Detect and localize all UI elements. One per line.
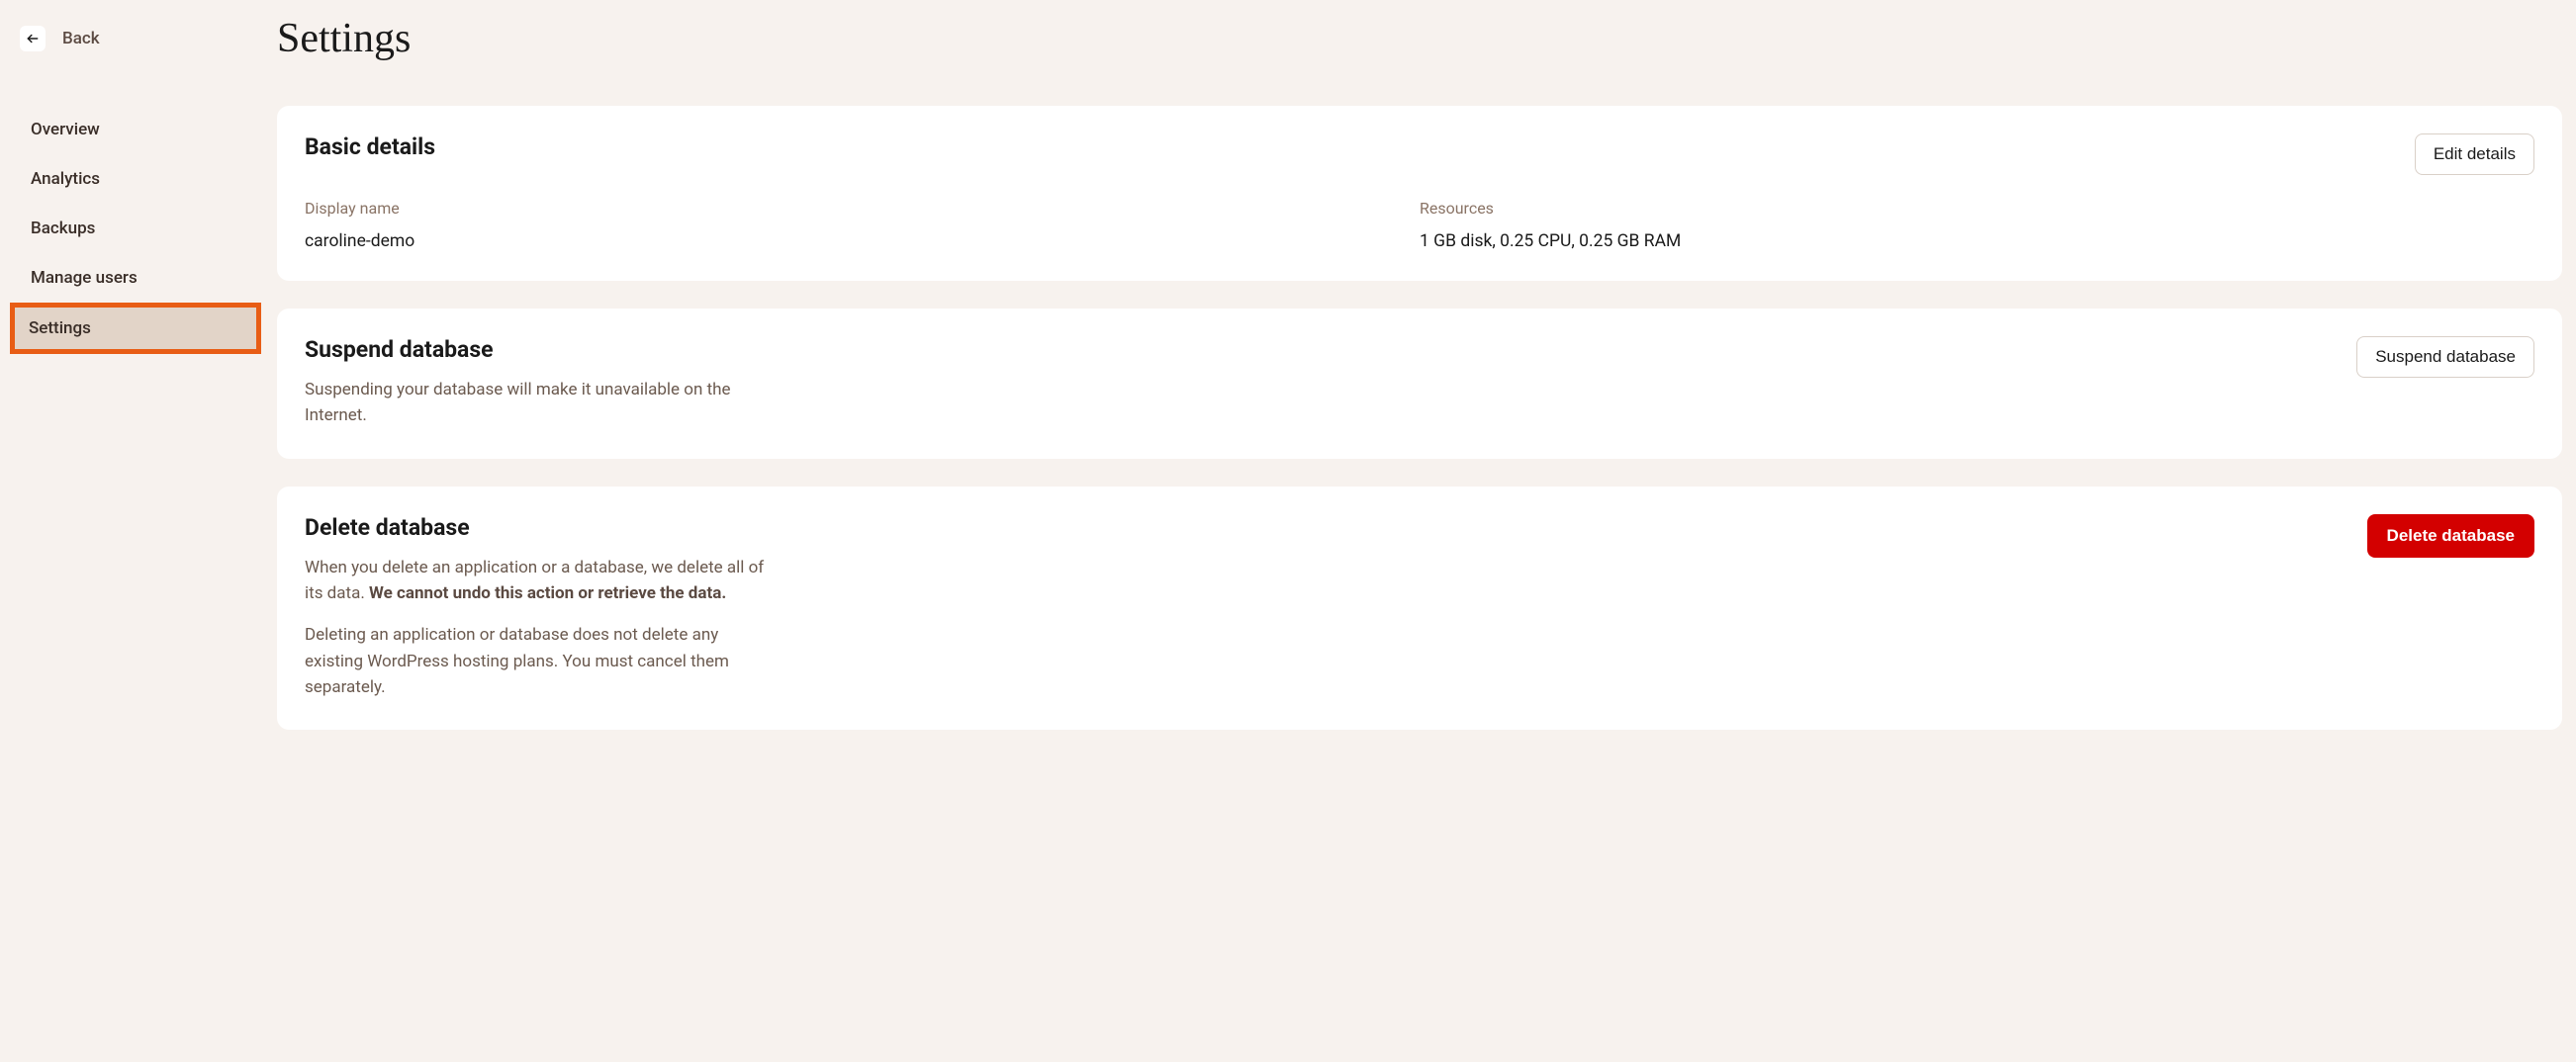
delete-description-2: Deleting an application or database does… (305, 622, 770, 700)
suspend-title: Suspend database (305, 336, 2356, 363)
delete-database-card: Delete database When you delete an appli… (277, 487, 2562, 731)
basic-details-card: Basic details Edit details Display name … (277, 106, 2562, 281)
nav-item-settings[interactable]: Settings (10, 303, 261, 354)
delete-description-1: When you delete an application or a data… (305, 555, 770, 607)
delete-title: Delete database (305, 514, 2367, 541)
suspend-description: Suspending your database will make it un… (305, 377, 770, 429)
nav-list: Overview Analytics Backups Manage users … (0, 105, 263, 354)
basic-details-title: Basic details (305, 133, 435, 160)
nav-item-backups[interactable]: Backups (0, 204, 263, 253)
delete-desc-warning: We cannot undo this action or retrieve t… (369, 583, 726, 603)
display-name-field: Display name caroline-demo (305, 199, 1420, 251)
main-content: Settings Basic details Edit details Disp… (263, 0, 2576, 1062)
nav-item-manage-users[interactable]: Manage users (0, 253, 263, 303)
edit-details-button[interactable]: Edit details (2415, 133, 2534, 175)
back-button[interactable]: Back (0, 26, 263, 51)
nav-item-analytics[interactable]: Analytics (0, 154, 263, 204)
suspend-database-card: Suspend database Suspending your databas… (277, 309, 2562, 459)
suspend-database-button[interactable]: Suspend database (2356, 336, 2534, 378)
display-name-label: Display name (305, 199, 1420, 218)
resources-field: Resources 1 GB disk, 0.25 CPU, 0.25 GB R… (1420, 199, 2534, 251)
back-arrow-icon (20, 26, 46, 51)
page-title: Settings (277, 15, 2562, 62)
sidebar: Back Overview Analytics Backups Manage u… (0, 0, 263, 1062)
display-name-value: caroline-demo (305, 231, 1420, 251)
resources-value: 1 GB disk, 0.25 CPU, 0.25 GB RAM (1420, 231, 2534, 251)
back-label: Back (62, 29, 100, 48)
nav-item-overview[interactable]: Overview (0, 105, 263, 154)
resources-label: Resources (1420, 199, 2534, 218)
delete-database-button[interactable]: Delete database (2367, 514, 2534, 558)
